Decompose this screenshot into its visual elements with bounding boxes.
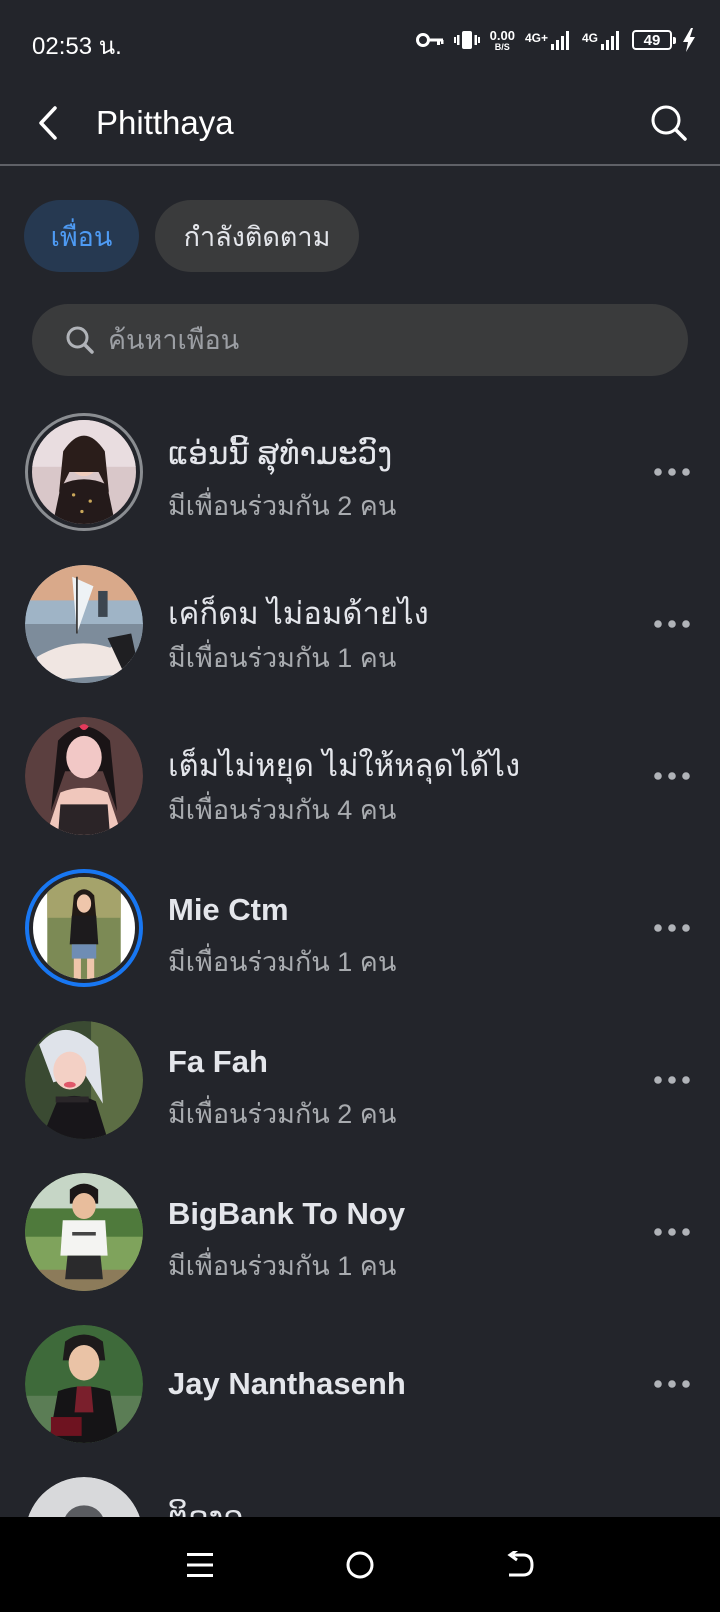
more-options-button[interactable] [652, 456, 692, 488]
search-icon [651, 105, 687, 141]
tab-following[interactable]: กำลังติดตาม [155, 200, 359, 272]
nav-back-button[interactable] [490, 1535, 550, 1595]
search-icon [64, 324, 96, 356]
avatar[interactable] [25, 1325, 143, 1443]
friend-row[interactable]: Mie Ctm มีเพื่อนร่วมกัน 1 คน [0, 852, 720, 1004]
friend-name[interactable]: Fa Fah [168, 1044, 268, 1080]
avatar[interactable] [25, 869, 143, 987]
status-time: 02:53 น. [32, 33, 122, 60]
mutual-friends: มีเพื่อนร่วมกัน 2 คน [168, 1099, 397, 1129]
friend-row[interactable]: Jay Nanthasenh [0, 1308, 720, 1460]
battery-icon: 49 [632, 30, 676, 50]
avatar[interactable] [25, 413, 143, 531]
friend-name[interactable]: Jay Nanthasenh [168, 1366, 406, 1402]
friend-name[interactable]: Mie Ctm [168, 892, 289, 928]
header-search-button[interactable] [648, 102, 690, 144]
friends-screen: 02:53 น. 0.00 B/S 4G+ 4G 49 Phitthaya เพ… [0, 0, 720, 1612]
system-nav-bar [0, 1517, 720, 1612]
tab-friends[interactable]: เพื่อน [24, 200, 139, 272]
friend-list: ແອ່ນນີ້ ສຸທຳມະວົງ มีเพื่อนร่วมกัน 2 คน เ… [0, 396, 720, 1612]
more-icon [654, 620, 690, 628]
charging-icon [682, 28, 696, 52]
network-type-label: 4G [581, 31, 598, 45]
friend-search-box[interactable] [32, 304, 688, 376]
network-type-label: 4G+ [524, 31, 548, 45]
signal-4g-plus: 4G+ [525, 29, 572, 51]
more-options-button[interactable] [652, 912, 692, 944]
avatar[interactable] [25, 565, 143, 683]
friend-row[interactable]: เต็มไม่หยุด ไม่ให้หลุดได้ไง มีเพื่อนร่วม… [0, 700, 720, 852]
friend-name[interactable]: เค่ก็ดม ไม่อมด้ายไง [168, 588, 429, 638]
mutual-friends: มีเพื่อนร่วมกัน 2 คน [168, 491, 397, 521]
page-title: Phitthaya [96, 104, 234, 141]
avatar[interactable] [25, 1173, 143, 1291]
friend-row[interactable]: Fa Fah มีเพื่อนร่วมกัน 2 คน [0, 1004, 720, 1156]
net-speed-value: 0.00 [489, 27, 515, 43]
signal-4g: 4G [582, 29, 622, 51]
more-icon [654, 1076, 690, 1084]
signal-icon [550, 31, 569, 50]
friend-search-input[interactable] [108, 324, 628, 356]
mutual-friends: มีเพื่อนร่วมกัน 1 คน [168, 643, 397, 673]
app-header: Phitthaya [0, 80, 720, 166]
status-bar: 02:53 น. 0.00 B/S 4G+ 4G 49 [0, 0, 720, 80]
nav-menu-button[interactable] [170, 1535, 230, 1595]
home-circle-icon [346, 1551, 374, 1578]
mutual-friends: มีเพื่อนร่วมกัน 1 คน [168, 1251, 397, 1281]
signal-icon [601, 31, 619, 50]
more-options-button[interactable] [652, 608, 692, 640]
friend-name[interactable]: ແອ່ນນີ້ ສຸທຳມະວົງ [168, 436, 392, 472]
more-options-button[interactable] [652, 1368, 692, 1400]
avatar[interactable] [25, 717, 143, 835]
mutual-friends: มีเพื่อนร่วมกัน 1 คน [168, 947, 397, 977]
more-icon [654, 924, 690, 932]
net-speed-unit: B/S [494, 41, 510, 52]
mutual-friends: มีเพื่อนร่วมกัน 4 คน [168, 795, 397, 825]
filter-tabs: เพื่อน กำลังติดตาม [24, 200, 359, 272]
friend-name[interactable]: เต็มไม่หยุด ไม่ให้หลุดได้ไง [168, 740, 520, 790]
menu-icon [187, 1552, 213, 1577]
more-options-button[interactable] [652, 760, 692, 792]
friend-name[interactable]: BigBank To Noy [168, 1196, 405, 1232]
back-arrow-icon [39, 106, 57, 140]
back-return-icon [507, 1550, 534, 1576]
more-icon [654, 468, 690, 476]
more-icon [654, 772, 690, 780]
nav-home-button[interactable] [330, 1535, 390, 1595]
more-icon [654, 1380, 690, 1388]
friend-row[interactable]: เค่ก็ดม ไม่อมด้ายไง มีเพื่อนร่วมกัน 1 คน [0, 548, 720, 700]
vpn-key-icon [415, 32, 444, 48]
more-icon [654, 1228, 690, 1236]
vibrate-icon [453, 28, 480, 52]
friend-row[interactable]: BigBank To Noy มีเพื่อนร่วมกัน 1 คน [0, 1156, 720, 1308]
friend-row[interactable]: ແອ່ນນີ້ ສຸທຳມະວົງ มีเพื่อนร่วมกัน 2 คน [0, 396, 720, 548]
more-options-button[interactable] [652, 1064, 692, 1096]
net-speed: 0.00 B/S [490, 29, 515, 52]
back-button[interactable] [28, 102, 68, 144]
battery-level: 49 [643, 31, 661, 49]
status-icons: 0.00 B/S 4G+ 4G 49 [415, 24, 696, 56]
more-options-button[interactable] [652, 1216, 692, 1248]
avatar[interactable] [25, 1021, 143, 1139]
